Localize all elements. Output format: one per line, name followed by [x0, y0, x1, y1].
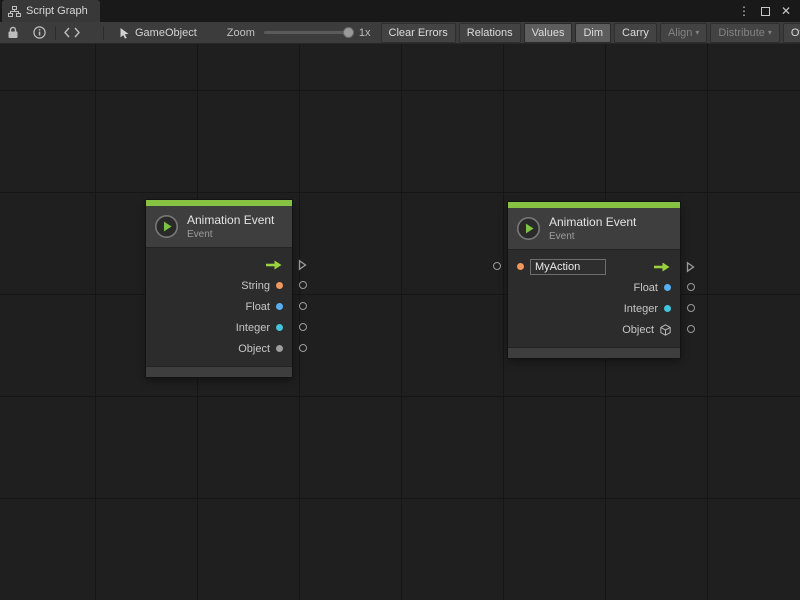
cursor-icon: [119, 27, 130, 39]
node-animation-event-2[interactable]: Animation Event Event: [508, 202, 680, 358]
node-title: Animation Event: [187, 213, 274, 227]
node-titles: Animation Event Event: [549, 215, 636, 242]
port-label: Integer: [236, 322, 270, 334]
tab-script-graph[interactable]: Script Graph: [2, 0, 100, 22]
gameobject-selector[interactable]: GameObject: [111, 22, 205, 44]
tab-bar: Script Graph ⋮ ✕: [0, 0, 800, 22]
carry-button[interactable]: Carry: [614, 23, 657, 43]
lock-icon[interactable]: [4, 24, 22, 42]
string-type-icon: [276, 282, 283, 289]
zoom-slider[interactable]: [264, 31, 352, 34]
node-subtitle: Event: [549, 231, 636, 242]
port-row-integer: Integer: [508, 298, 680, 319]
float-type-icon: [664, 284, 671, 291]
tab-title: Script Graph: [26, 5, 88, 17]
node-body: Float Integer Object: [508, 250, 680, 347]
name-input-port[interactable]: [493, 262, 501, 270]
relations-button[interactable]: Relations: [459, 23, 521, 43]
graph-toolbar: GameObject Zoom 1x Clear Errors Relation…: [0, 22, 800, 44]
string-type-icon: [517, 263, 524, 270]
cube-icon: [660, 324, 671, 336]
window-controls: ⋮ ✕: [738, 0, 800, 22]
integer-type-icon: [664, 305, 671, 312]
maximize-icon[interactable]: [761, 7, 770, 16]
flow-arrow-icon: [265, 260, 283, 270]
integer-output-port[interactable]: [299, 323, 307, 331]
port-row-flow-out: [146, 254, 292, 275]
angle-brackets-icon[interactable]: [63, 24, 81, 42]
flow-output-port[interactable]: [686, 261, 695, 273]
port-label: String: [241, 280, 270, 292]
info-icon[interactable]: [30, 24, 48, 42]
zoom-label: Zoom: [227, 27, 255, 39]
node-titles: Animation Event Event: [187, 213, 274, 240]
clear-errors-button[interactable]: Clear Errors: [381, 23, 456, 43]
zoom-slider-thumb[interactable]: [343, 27, 354, 38]
action-name-field[interactable]: [530, 259, 606, 275]
toolbar-divider: [103, 26, 104, 40]
object-type-icon: [276, 345, 283, 352]
toolbar-buttons: Clear Errors Relations Values Dim Carry …: [381, 22, 800, 44]
float-output-port[interactable]: [687, 283, 695, 291]
float-type-icon: [276, 303, 283, 310]
integer-output-port[interactable]: [687, 304, 695, 312]
object-output-port[interactable]: [299, 344, 307, 352]
script-graph-window: Script Graph ⋮ ✕: [0, 0, 800, 600]
toolbar-divider: [55, 26, 56, 40]
port-label: Integer: [624, 303, 658, 315]
node-header[interactable]: Animation Event Event: [146, 206, 292, 248]
port-row-object: Object: [508, 319, 680, 340]
align-button[interactable]: Align ▾: [660, 23, 707, 43]
align-label: Align: [668, 24, 692, 42]
graph-canvas[interactable]: Animation Event Event String: [0, 44, 800, 600]
node-animation-event-1[interactable]: Animation Event Event String: [146, 200, 292, 377]
script-graph-icon: [8, 6, 21, 17]
node-title: Animation Event: [549, 215, 636, 229]
port-row-object: Object: [146, 338, 292, 359]
node-footer: [508, 347, 680, 358]
chevron-down-icon: ▾: [695, 24, 699, 42]
distribute-label: Distribute: [718, 24, 764, 42]
port-label: Float: [634, 282, 658, 294]
flow-arrow-icon: [653, 262, 671, 272]
port-row-float: Float: [146, 296, 292, 317]
port-row-name-input-flow-out: [508, 256, 680, 277]
node-subtitle: Event: [187, 229, 274, 240]
dim-button[interactable]: Dim: [575, 23, 611, 43]
integer-type-icon: [276, 324, 283, 331]
port-row-integer: Integer: [146, 317, 292, 338]
node-body: String Float Integer Object: [146, 248, 292, 366]
gameobject-label: GameObject: [135, 27, 197, 39]
flow-output-port[interactable]: [298, 259, 307, 271]
port-label: Object: [622, 324, 654, 336]
port-label: Object: [238, 343, 270, 355]
distribute-button[interactable]: Distribute ▾: [710, 23, 779, 43]
port-row-string: String: [146, 275, 292, 296]
object-output-port[interactable]: [687, 325, 695, 333]
string-output-port[interactable]: [299, 281, 307, 289]
port-label: Float: [246, 301, 270, 313]
event-play-icon: [154, 214, 179, 239]
menu-icon[interactable]: ⋮: [738, 0, 750, 22]
float-output-port[interactable]: [299, 302, 307, 310]
zoom-value: 1x: [359, 27, 371, 39]
node-header[interactable]: Animation Event Event: [508, 208, 680, 250]
close-icon[interactable]: ✕: [781, 0, 791, 22]
values-button[interactable]: Values: [524, 23, 573, 43]
overview-button[interactable]: Overview: [783, 23, 800, 43]
port-row-float: Float: [508, 277, 680, 298]
node-footer: [146, 366, 292, 377]
event-play-icon: [516, 216, 541, 241]
chevron-down-icon: ▾: [768, 24, 772, 42]
